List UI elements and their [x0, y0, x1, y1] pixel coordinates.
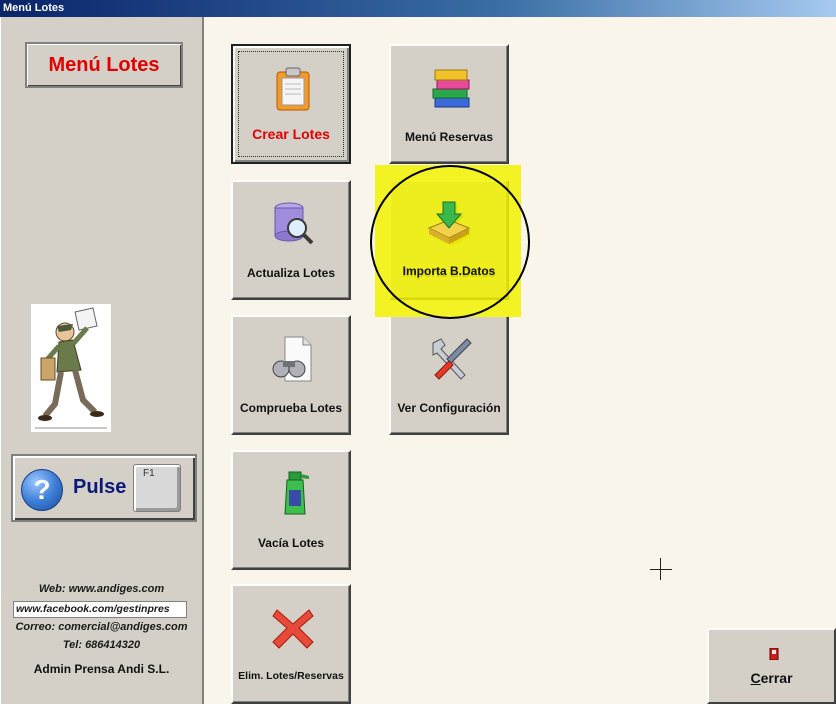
delete-x-icon: [272, 609, 314, 649]
door-exit-icon: [769, 648, 779, 660]
phone-text: Tel: 686414320: [62, 639, 141, 651]
facebook-link[interactable]: www.facebook.com/gestinpres: [13, 601, 187, 618]
help-f1-button[interactable]: ? Pulse F1: [11, 454, 197, 522]
crear-lotes-label: Crear Lotes: [252, 126, 330, 142]
annotation-circle: [370, 165, 530, 319]
vacia-lotes-button[interactable]: Vacía Lotes: [231, 450, 351, 570]
pulse-label: Pulse: [73, 476, 127, 498]
books-icon: [432, 69, 470, 108]
ver-configuracion-button[interactable]: Ver Configuración: [389, 315, 509, 435]
ver-configuracion-label: Ver Configuración: [397, 401, 501, 415]
comprueba-lotes-button[interactable]: Comprueba Lotes: [231, 315, 351, 435]
elim-lotes-reservas-label: Elim. Lotes/Reservas: [238, 670, 344, 682]
elim-lotes-reservas-button[interactable]: Elim. Lotes/Reservas: [231, 584, 351, 704]
vacia-lotes-label: Vacía Lotes: [257, 536, 325, 550]
comprueba-lotes-label: Comprueba Lotes: [239, 401, 342, 415]
website-link[interactable]: Web: www.andiges.com: [1, 583, 202, 595]
actualiza-lotes-button[interactable]: Actualiza Lotes: [231, 180, 351, 300]
database-search-icon: [274, 202, 314, 245]
crosshair-cursor-v: [660, 558, 661, 580]
menu-reservas-button[interactable]: Menú Reservas: [389, 44, 509, 164]
clipboard-icon: [276, 67, 310, 111]
tools-icon: [432, 338, 472, 380]
actualiza-lotes-label: Actualiza Lotes: [246, 266, 336, 280]
f1-key-label: F1: [143, 468, 155, 479]
mascot-image: [31, 304, 111, 432]
f1-key-icon: F1: [133, 464, 181, 512]
cerrar-button[interactable]: Cerrar: [707, 628, 836, 704]
menu-title: Menú Lotes: [48, 54, 160, 76]
menu-title-box: Menú Lotes: [25, 42, 183, 88]
cerrar-label: Cerrar: [750, 670, 793, 686]
crosshair-cursor-h: [650, 569, 672, 570]
email-text: Correo: comercial@andiges.com: [15, 621, 188, 633]
sidebar: Menú Lotes ? Pulse F1 Web: www.andiges.c…: [0, 17, 204, 704]
binoculars-document-icon: [272, 336, 312, 382]
company-name: Admin Prensa Andi S.L.: [33, 662, 170, 676]
crear-lotes-button[interactable]: Crear Lotes: [231, 44, 351, 164]
spray-bottle-icon: [284, 471, 309, 515]
window-title: Menú Lotes: [0, 0, 836, 17]
menu-reservas-label: Menú Reservas: [404, 130, 494, 144]
help-icon: ?: [21, 469, 63, 511]
